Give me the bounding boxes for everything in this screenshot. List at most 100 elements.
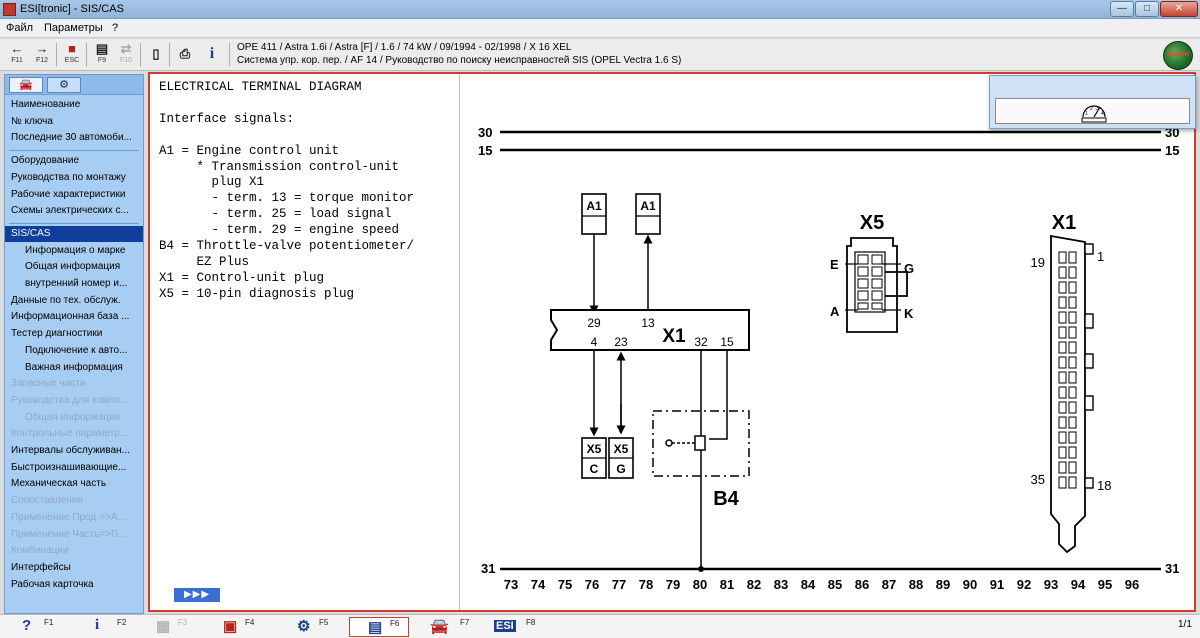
printer-icon: ⎙ xyxy=(179,46,191,61)
sidebar-item[interactable]: Быстроизнашивающие... xyxy=(5,460,143,476)
f5-key: F5 xyxy=(319,618,329,627)
grid-number: 88 xyxy=(909,577,923,592)
forward-button[interactable]: → F12 xyxy=(31,41,53,69)
sidebar-item[interactable]: Наименование xyxy=(5,97,143,113)
escape-icon: ■ xyxy=(68,41,76,56)
sidebar-item[interactable]: Последние 30 автомоби... xyxy=(5,130,143,146)
measurement-popup[interactable]: 1 2 3 4 xyxy=(989,75,1196,129)
wire-15 xyxy=(709,350,728,440)
sidebar-divider xyxy=(9,150,139,152)
grid-number: 77 xyxy=(612,577,626,592)
sidebar-item[interactable]: Применение Часть=>П... xyxy=(5,527,143,543)
terminal-icon: ▤ xyxy=(368,619,383,636)
sidebar-item[interactable]: Комбинации xyxy=(5,543,143,559)
rail-30-label-left: 30 xyxy=(478,125,492,140)
list-icon: ▤ xyxy=(95,41,109,56)
document-button[interactable]: ▯ xyxy=(145,41,167,69)
sidebar-item[interactable]: Интерфейсы xyxy=(5,560,143,576)
rail-15-label-right: 15 xyxy=(1165,143,1179,158)
f6-button[interactable]: ▤ F6 xyxy=(349,617,409,637)
sidebar-item[interactable]: Интервалы обслуживан... xyxy=(5,443,143,459)
f4-button[interactable]: ▣ F4 xyxy=(223,617,263,637)
escape-button[interactable]: ■ ESC xyxy=(61,41,83,69)
b4-contact xyxy=(665,439,673,447)
f9-button[interactable]: ▤ F9 xyxy=(91,41,113,69)
toolbar-divider xyxy=(229,43,230,67)
grid-number: 96 xyxy=(1125,577,1139,592)
menu-file[interactable]: Файл xyxy=(6,22,33,34)
menu-help[interactable]: ? xyxy=(112,22,118,34)
sidebar-item[interactable]: Рабочие характеристики xyxy=(5,187,143,203)
sidebar-item[interactable]: Тестер диагностики xyxy=(5,326,143,342)
esi-icon: ESI xyxy=(494,620,516,632)
x5-pin-g: G xyxy=(904,261,914,276)
sidebar-item[interactable]: Общая информация xyxy=(5,410,143,426)
grid-number-row: 73 74 75 76 77 78 79 80 81 82 83 84 85 86 87 88 89 90 91 92… xyxy=(504,577,1139,592)
grid-number: 83 xyxy=(774,577,788,592)
help-button[interactable]: ? F1 xyxy=(22,617,62,637)
sidebar-item[interactable]: Подключение к авто... xyxy=(5,343,143,359)
sidebar-item[interactable]: внутренний номер и... xyxy=(5,276,143,292)
sidebar-item[interactable]: SIS/CAS xyxy=(5,225,143,242)
grid-number: 82 xyxy=(747,577,761,592)
close-button[interactable]: ✕ xyxy=(1160,1,1198,17)
x5-box-c-bottom: C xyxy=(590,462,599,476)
grid-number: 74 xyxy=(531,577,546,592)
grid-number: 81 xyxy=(720,577,734,592)
minimize-button[interactable]: — xyxy=(1110,1,1134,17)
grid-number: 84 xyxy=(801,577,816,592)
sidebar-item[interactable]: Запасные части xyxy=(5,376,143,392)
function-key-bar: ? F1 i F2 ▦ F3 ▣ F4 ⚙ F5 ▤ F6 🚘 F7 ESI F… xyxy=(0,614,1200,638)
tab-engine[interactable]: ⚙ xyxy=(47,77,81,93)
sidebar-item[interactable]: Сопоставления xyxy=(5,493,143,509)
logo-text: BOSCH xyxy=(1167,52,1189,58)
application-window: ESI[tronic] - SIS/CAS — □ ✕ Файл Парамет… xyxy=(0,0,1200,638)
svg-text:3: 3 xyxy=(1096,106,1099,112)
x1-plug-pin-18: 18 xyxy=(1097,478,1111,493)
system-description: Система упр. кор. пер. / AF 14 / Руковод… xyxy=(237,55,682,66)
menu-settings[interactable]: Параметры xyxy=(44,22,103,34)
sidebar-item[interactable]: Схемы электрических с... xyxy=(5,203,143,219)
back-button[interactable]: ← F11 xyxy=(6,41,28,69)
sidebar-item[interactable]: Данные по тех. обслуж. xyxy=(5,293,143,309)
back-key: F11 xyxy=(11,57,23,64)
print-button[interactable]: ⎙ xyxy=(174,41,196,69)
info-button[interactable]: i xyxy=(201,41,223,69)
sidebar-item[interactable]: Руководства для компо... xyxy=(5,393,143,409)
grid-number: 92 xyxy=(1017,577,1031,592)
rail-15-label-left: 15 xyxy=(478,143,492,158)
f7-key: F7 xyxy=(460,618,470,627)
sidebar-divider xyxy=(9,222,139,224)
tab-vehicle[interactable]: 🚘 xyxy=(9,77,43,93)
f10-button[interactable]: ⇄ F10 xyxy=(115,41,137,69)
sidebar-item[interactable]: Механическая часть xyxy=(5,476,143,492)
f10-key: F10 xyxy=(119,57,133,64)
grid-number: 85 xyxy=(828,577,842,592)
sidebar-item[interactable]: Руководства по монтажу xyxy=(5,170,143,186)
f8-button[interactable]: ESI F8 xyxy=(494,617,544,637)
f7-button[interactable]: 🚘 F7 xyxy=(430,617,472,637)
f3-button[interactable]: ▦ F3 xyxy=(156,617,196,637)
vehicle-identification: OPE 411 / Astra 1.6i / Astra [F] / 1.6 /… xyxy=(237,42,572,53)
sidebar-item[interactable]: Рабочая карточка xyxy=(5,577,143,593)
grid-number: 73 xyxy=(504,577,518,592)
x5-pin-a: A xyxy=(830,304,840,319)
sidebar-item[interactable]: Оборудование xyxy=(5,153,143,169)
sidebar-item[interactable]: № ключа xyxy=(5,114,143,130)
x1-plug-pin-35: 35 xyxy=(1031,472,1045,487)
maximize-button[interactable]: □ xyxy=(1135,1,1159,17)
sidebar-item[interactable]: Важная информация xyxy=(5,360,143,376)
next-page-button[interactable]: ▶▶▶ xyxy=(174,588,220,602)
sidebar-item[interactable]: Информационная база ... xyxy=(5,309,143,325)
sidebar-item[interactable]: Общая информация xyxy=(5,259,143,275)
x1-plug-tabs xyxy=(1084,243,1094,489)
sidebar-item[interactable]: Контрольные параметр... xyxy=(5,426,143,442)
info-bottom-button[interactable]: i F2 xyxy=(95,617,135,637)
grid-number: 93 xyxy=(1044,577,1058,592)
measurement-button[interactable]: 1 2 3 4 xyxy=(995,98,1190,124)
sidebar-item[interactable]: Информация о марке xyxy=(5,243,143,259)
f5-button[interactable]: ⚙ F5 xyxy=(297,617,337,637)
sidebar-item[interactable]: Применение Прод.=>А... xyxy=(5,510,143,526)
grid-number: 89 xyxy=(936,577,950,592)
window-title: ESI[tronic] - SIS/CAS xyxy=(20,3,124,15)
